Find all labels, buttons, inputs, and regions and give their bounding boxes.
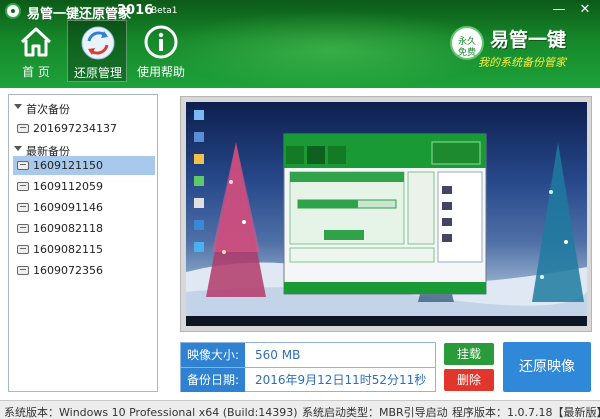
program-version-text: 程序版本：1.0.7.18【最新版】	[452, 406, 600, 419]
brand-name: 易管一键	[490, 29, 567, 51]
image-info-box: 映像大小: 560 MB 备份日期: 2016年9月12日11时52分11秒	[180, 342, 436, 392]
group-first-backup[interactable]: 首次备份	[9, 98, 157, 118]
brand-logo: 永久 免费 易管一键 我的系统备份管家	[448, 24, 584, 74]
backup-item[interactable]: 1609091146	[13, 198, 155, 217]
taskbar	[186, 316, 587, 326]
disk-image-icon	[17, 161, 29, 170]
resize-grip-icon[interactable]	[588, 409, 596, 417]
title-bar: 易管一键还原管家 2016 Beta1 — ✕	[0, 0, 600, 22]
backup-item[interactable]: 1609082118	[13, 219, 155, 238]
delete-button[interactable]: 删除	[444, 369, 494, 391]
snapshot-preview	[180, 96, 592, 332]
backup-item-label: 1609091146	[33, 201, 103, 214]
nav-restore-manage[interactable]: 还原管理	[67, 20, 127, 82]
boot-type-text: 系统启动类型：MBR引导启动	[302, 406, 448, 419]
nav-home-label: 首 页	[22, 65, 50, 79]
backup-item-label: 1609072356	[33, 264, 103, 277]
size-label: 映像大小:	[181, 343, 245, 367]
disk-image-icon	[17, 203, 29, 212]
close-button[interactable]: ✕	[576, 1, 594, 19]
info-icon	[144, 25, 178, 59]
backup-item-label: 201697234137	[33, 122, 117, 135]
disk-image-icon	[17, 182, 29, 191]
app-logo-icon	[5, 3, 21, 19]
info-row-date: 备份日期: 2016年9月12日11时52分11秒	[181, 368, 435, 392]
size-value: 560 MB	[255, 348, 301, 362]
backup-item-label: 1609112059	[33, 180, 103, 193]
minimize-button[interactable]: —	[550, 1, 568, 19]
backup-item[interactable]: 1609072356	[13, 261, 155, 280]
home-icon	[20, 27, 52, 57]
backup-item[interactable]: 201697234137	[13, 119, 155, 138]
info-row-size: 映像大小: 560 MB	[181, 343, 435, 367]
nav-help[interactable]: 使用帮助	[131, 20, 191, 82]
desktop-wallpaper-image	[186, 110, 587, 326]
nav-home[interactable]: 首 页	[6, 20, 66, 82]
disk-image-icon	[17, 224, 29, 233]
restore-image-button[interactable]: 还原映像	[503, 342, 591, 392]
nav-help-label: 使用帮助	[136, 65, 185, 79]
restore-icon	[81, 26, 115, 60]
disk-image-icon	[17, 266, 29, 275]
app-header: 易管一键还原管家 2016 Beta1 — ✕ 首 页 还原管理 使用帮助 永久…	[0, 0, 600, 88]
os-version-text: 系统版本：Windows 10 Professional x64 (Build:…	[4, 406, 298, 419]
disk-image-icon	[17, 124, 29, 133]
collapse-arrow-icon	[14, 104, 22, 109]
group-label: 首次备份	[26, 103, 70, 116]
date-value: 2016年9月12日11时52分11秒	[255, 373, 427, 387]
backup-item-label: 1609082118	[33, 222, 103, 235]
mount-button[interactable]: 挂载	[444, 343, 494, 365]
backup-list-panel: 首次备份 201697234137 最新备份 1609121150 160911…	[8, 94, 158, 392]
backup-item-label: 1609082115	[33, 243, 103, 256]
app-beta-tag: Beta1	[151, 6, 178, 16]
backup-item[interactable]: 1609112059	[13, 177, 155, 196]
app-year: 2016	[117, 3, 154, 18]
backup-item-label: 1609121150	[33, 159, 103, 172]
status-bar: 系统版本：Windows 10 Professional x64 (Build:…	[0, 400, 600, 419]
date-label: 备份日期:	[181, 368, 245, 392]
backup-item[interactable]: 1609082115	[13, 240, 155, 259]
brand-slogan: 我的系统备份管家	[478, 56, 566, 69]
desktop-screenshot	[186, 102, 587, 326]
disk-image-icon	[17, 245, 29, 254]
nav-restore-manage-label: 还原管理	[73, 66, 122, 80]
backup-item-selected[interactable]: 1609121150	[13, 156, 155, 175]
collapse-arrow-icon	[14, 146, 22, 151]
